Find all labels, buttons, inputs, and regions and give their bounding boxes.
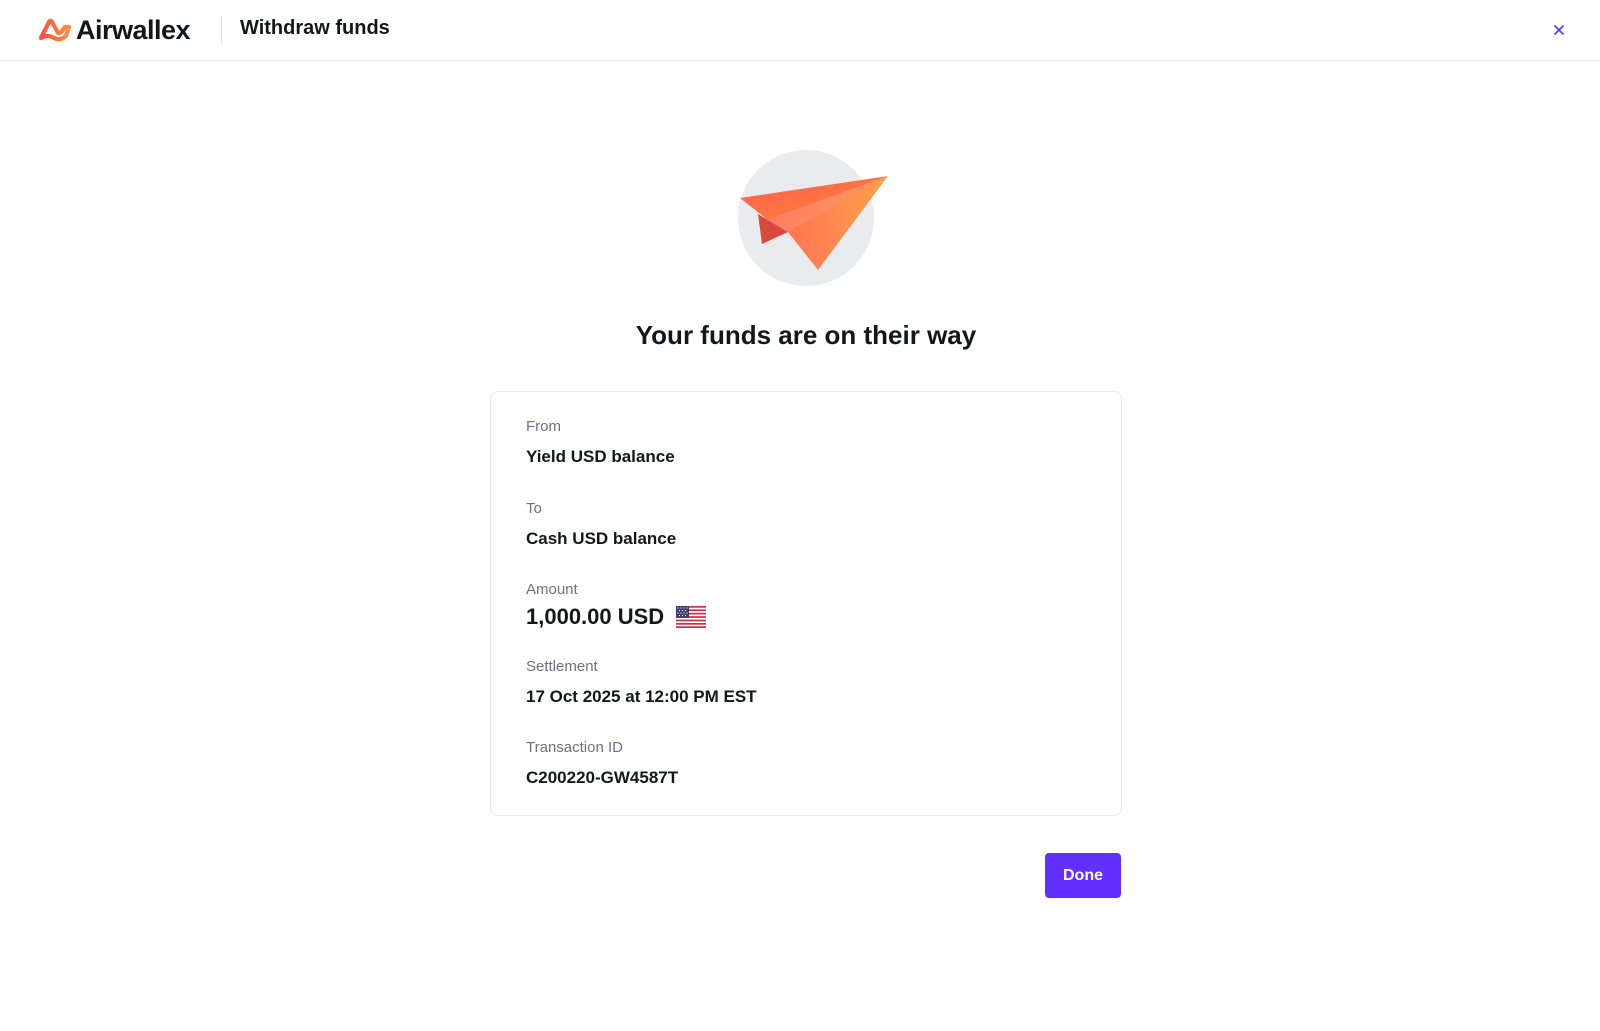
brand-name: Airwallex [76, 14, 191, 45]
to-field: To Cash USD balance [526, 500, 676, 549]
transaction-id-label: Transaction ID [526, 739, 623, 756]
header-divider [221, 16, 222, 44]
close-icon [1554, 25, 1564, 35]
hero-illustration [738, 150, 888, 286]
from-field: From Yield USD balance [526, 418, 675, 467]
from-value: Yield USD balance [526, 447, 675, 466]
amount-value: 1,000.00 USD [526, 604, 665, 629]
amount-field: Amount 1,000.00 USD [526, 581, 707, 630]
from-label: From [526, 418, 561, 435]
settlement-field: Settlement 17 Oct 2025 at 12:00 PM EST [526, 658, 757, 707]
paper-plane-icon [740, 176, 888, 270]
done-button[interactable]: Done [1045, 853, 1121, 898]
to-value: Cash USD balance [526, 529, 677, 548]
close-button[interactable] [1547, 18, 1571, 42]
to-label: To [526, 500, 542, 517]
page-title: Withdraw funds [240, 17, 390, 39]
amount-row: 1,000.00 USD [526, 604, 707, 630]
settlement-label: Settlement [526, 658, 598, 675]
transfer-details-card: From Yield USD balance To Cash USD balan… [490, 391, 1122, 816]
transaction-id-field: Transaction ID C200220-GW4587T [526, 739, 678, 788]
settlement-value: 17 Oct 2025 at 12:00 PM EST [526, 687, 757, 706]
transaction-id-value: C200220-GW4587T [526, 768, 679, 787]
airwallex-logo-icon [38, 18, 72, 42]
top-bar: Airwallex Withdraw funds [0, 0, 1600, 61]
airwallex-logo: Airwallex [38, 14, 191, 45]
amount-label: Amount [526, 581, 578, 598]
us-flag-icon [676, 606, 707, 628]
confirmation-headline: Your funds are on their way [635, 320, 977, 350]
